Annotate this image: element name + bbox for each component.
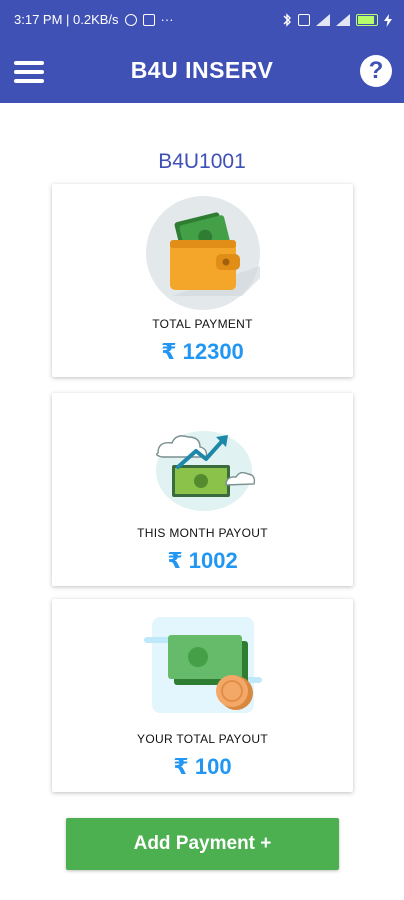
app-bar: B4U INSERV ? — [0, 40, 404, 103]
add-payment-button[interactable]: Add Payment + — [66, 818, 339, 870]
status-right — [282, 0, 392, 40]
status-time: 3:17 PM | 0.2KB/s — [14, 12, 119, 27]
signal-icon-2 — [336, 14, 350, 26]
message-icon — [142, 14, 155, 26]
status-left: 3:17 PM | 0.2KB/s ··· — [14, 0, 174, 40]
alarm-icon — [124, 14, 137, 26]
top-bar: 3:17 PM | 0.2KB/s ··· B4U INSERV ? — [0, 0, 404, 103]
cash-coins-icon — [143, 617, 262, 713]
help-icon[interactable]: ? — [360, 55, 392, 87]
battery-icon — [356, 14, 378, 26]
card-label: THIS MONTH PAYOUT — [137, 526, 268, 540]
card-label: YOUR TOTAL PAYOUT — [137, 732, 268, 746]
status-bar: 3:17 PM | 0.2KB/s ··· — [0, 0, 404, 40]
total-payment-card[interactable]: TOTAL PAYMENT ₹ 12300 — [52, 184, 353, 377]
your-total-payout-card[interactable]: YOUR TOTAL PAYOUT ₹ 100 — [52, 599, 353, 792]
app-title: B4U INSERV — [130, 57, 274, 83]
signal-icon-1 — [316, 14, 330, 26]
money-growth-icon — [155, 431, 255, 511]
card-value: ₹ 1002 — [167, 548, 238, 573]
charging-icon — [384, 13, 392, 27]
card-value: ₹ 12300 — [161, 339, 244, 364]
wallet-icon — [145, 196, 260, 310]
card-label: TOTAL PAYMENT — [152, 317, 253, 331]
this-month-payout-card[interactable]: THIS MONTH PAYOUT ₹ 1002 — [52, 393, 353, 586]
user-id: B4U1001 — [158, 150, 246, 173]
more-notifications-icon: ··· — [160, 12, 174, 27]
nfc-icon — [298, 14, 310, 26]
card-value: ₹ 100 — [173, 754, 232, 779]
bluetooth-icon — [283, 13, 291, 27]
